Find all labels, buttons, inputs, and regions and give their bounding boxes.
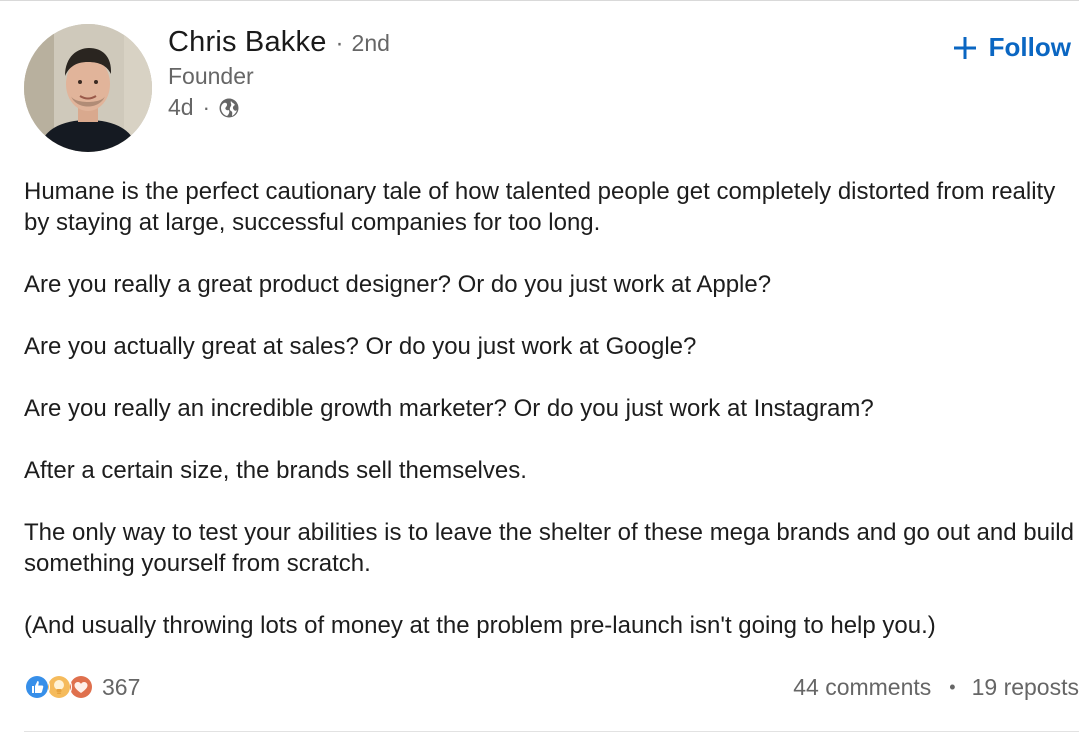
comments-link[interactable]: 44 comments bbox=[793, 674, 931, 701]
top-divider bbox=[0, 0, 1079, 1]
like-icon bbox=[24, 674, 50, 700]
follow-label: Follow bbox=[988, 32, 1071, 62]
follow-button[interactable]: Follow bbox=[953, 32, 1071, 63]
plus-icon bbox=[953, 36, 977, 60]
post-paragraph: After a certain size, the brands sell th… bbox=[24, 457, 527, 484]
post-paragraph: (And usually throwing lots of money at t… bbox=[24, 612, 936, 639]
name-row: Chris Bakke · 2nd bbox=[168, 26, 390, 59]
author-headline: Founder bbox=[168, 63, 254, 89]
post-meta: 4d · bbox=[168, 94, 390, 121]
post-paragraph: Are you actually great at sales? Or do y… bbox=[24, 333, 697, 360]
reactions-summary[interactable]: 367 bbox=[24, 674, 140, 701]
reaction-count: 367 bbox=[102, 673, 141, 700]
reaction-icons bbox=[24, 674, 94, 700]
connection-degree: 2nd bbox=[351, 30, 390, 56]
social-counts: 367 44 comments • 19 reposts bbox=[24, 672, 1079, 702]
post-time: 4d bbox=[168, 94, 194, 120]
meta-separator: · bbox=[202, 94, 210, 120]
post-paragraph: The only way to test your abilities is t… bbox=[24, 519, 1074, 577]
reposts-link[interactable]: 19 reposts bbox=[972, 674, 1079, 701]
avatar[interactable] bbox=[24, 24, 152, 152]
post-paragraph: Are you really an incredible growth mark… bbox=[24, 395, 874, 422]
author-block: Chris Bakke · 2nd Founder 4d · bbox=[168, 26, 390, 121]
post-body: Humane is the perfect cautionary tale of… bbox=[24, 176, 1079, 672]
engagement-stats: 44 comments • 19 reposts bbox=[793, 674, 1079, 701]
avatar-photo bbox=[24, 24, 152, 152]
post-paragraph: Humane is the perfect cautionary tale of… bbox=[24, 178, 1062, 236]
stats-separator: • bbox=[949, 676, 956, 697]
post-paragraph: Are you really a great product designer?… bbox=[24, 271, 772, 298]
globe-icon bbox=[218, 97, 240, 119]
name-separator: · bbox=[335, 30, 344, 57]
author-name[interactable]: Chris Bakke bbox=[168, 26, 327, 59]
bottom-divider bbox=[24, 731, 1079, 732]
